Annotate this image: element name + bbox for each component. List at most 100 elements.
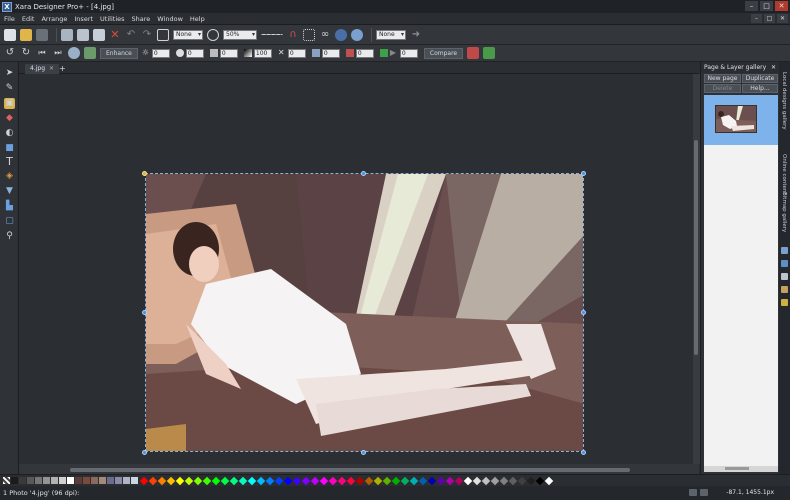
selection-handle-bottom-right[interactable] <box>581 450 586 455</box>
fill-select[interactable]: None <box>173 29 203 40</box>
color-swatch[interactable] <box>107 477 114 484</box>
enhance-button[interactable]: Enhance <box>100 47 138 59</box>
zoom-select[interactable]: 50% <box>223 29 257 40</box>
delete-icon[interactable]: ✕ <box>109 28 121 41</box>
document-tab[interactable]: 4.jpg ✕ <box>25 64 60 74</box>
color-swatch[interactable] <box>229 476 238 485</box>
clipart-icon[interactable] <box>781 299 788 306</box>
menu-share[interactable]: Share <box>132 15 151 23</box>
line-width-icon[interactable] <box>261 34 283 35</box>
render-status-icon[interactable] <box>700 489 708 496</box>
selected-photo[interactable] <box>145 173 584 452</box>
color-swatch[interactable] <box>355 476 364 485</box>
close-button[interactable]: ✕ <box>775 1 788 11</box>
previous-icon[interactable]: ⏮ <box>36 47 48 59</box>
color-swatch[interactable] <box>157 476 166 485</box>
saturation-input[interactable]: 100 <box>253 48 272 58</box>
menu-edit[interactable]: Edit <box>22 15 35 23</box>
color-swatch[interactable] <box>51 477 58 484</box>
color-swatch[interactable] <box>490 476 499 485</box>
color-swatch[interactable] <box>131 477 138 484</box>
color-swatch[interactable] <box>265 476 274 485</box>
page-list[interactable] <box>704 95 778 470</box>
color-swatch[interactable] <box>184 476 193 485</box>
color-swatch[interactable] <box>238 476 247 485</box>
color-swatch[interactable] <box>292 476 301 485</box>
color-swatch[interactable] <box>337 476 346 485</box>
fill-tool-icon[interactable]: ◈ <box>4 171 15 182</box>
grid-icon[interactable] <box>303 28 315 41</box>
color-swatch[interactable] <box>535 476 544 485</box>
gallery-close-icon[interactable]: ✕ <box>771 62 776 73</box>
color-swatch[interactable] <box>148 476 157 485</box>
vertical-scrollbar-thumb[interactable] <box>694 140 698 355</box>
photo-tool-icon[interactable]: ▣ <box>4 98 15 109</box>
color-swatch[interactable] <box>526 476 535 485</box>
menu-help[interactable]: Help <box>190 15 205 23</box>
color-swatch[interactable] <box>382 476 391 485</box>
maximize-button[interactable]: □ <box>760 1 773 11</box>
menu-utilities[interactable]: Utilities <box>100 15 124 23</box>
xara-app-icon[interactable]: X <box>2 1 12 12</box>
line-style-select[interactable]: None <box>376 29 406 40</box>
bitmap-gallery-tab[interactable]: Bitmap gallery <box>781 192 787 232</box>
duplicate-button[interactable]: Duplicate <box>742 74 778 83</box>
blur-input[interactable]: 0 <box>399 48 418 58</box>
publish-icon[interactable] <box>351 28 363 41</box>
color-swatch[interactable] <box>274 476 283 485</box>
transparency-tool-icon[interactable]: ▼ <box>4 186 15 197</box>
color-swatch[interactable] <box>346 476 355 485</box>
color-swatch[interactable] <box>391 476 400 485</box>
eraser-tool-icon[interactable]: ◆ <box>4 113 15 124</box>
color-swatch[interactable] <box>220 476 229 485</box>
online-content-tab[interactable]: Online content <box>781 154 787 195</box>
color-swatch[interactable] <box>364 476 373 485</box>
rotate-left-icon[interactable]: ↺ <box>4 47 16 59</box>
doc-close-button[interactable]: ✕ <box>777 14 788 23</box>
color-swatch[interactable] <box>27 477 34 484</box>
color-swatch[interactable] <box>436 476 445 485</box>
snap-status-icon[interactable] <box>689 489 697 496</box>
color-swatch[interactable] <box>463 476 472 485</box>
selector-tool-icon[interactable]: ➤ <box>4 68 15 79</box>
gallery-help-button[interactable]: Help... <box>742 84 778 93</box>
doc-restore-button[interactable]: □ <box>764 14 775 23</box>
selection-handle-left[interactable] <box>142 310 147 315</box>
color-swatch[interactable] <box>445 476 454 485</box>
color-swatch[interactable] <box>59 477 66 484</box>
copy-icon[interactable] <box>61 28 73 41</box>
open-folder-icon[interactable] <box>20 28 32 41</box>
sharpen-input[interactable]: 0 <box>219 48 238 58</box>
color-swatch[interactable] <box>400 476 409 485</box>
color-swatch[interactable] <box>283 476 292 485</box>
photo-tool-icon[interactable] <box>84 47 96 59</box>
color-swatch[interactable] <box>256 476 265 485</box>
doc-minimize-button[interactable]: – <box>751 14 762 23</box>
temperature-input[interactable]: 0 <box>287 48 306 58</box>
transform-icon[interactable] <box>157 28 169 41</box>
color-swatch[interactable] <box>115 477 122 484</box>
shadows-input[interactable]: 0 <box>321 48 340 58</box>
color-swatch[interactable] <box>481 476 490 485</box>
color-swatch[interactable] <box>499 476 508 485</box>
color-swatch[interactable] <box>517 476 526 485</box>
play-icon[interactable]: ▶ <box>390 49 398 57</box>
magnet-snap-icon[interactable]: ∩ <box>287 29 299 41</box>
color-swatch[interactable] <box>99 477 106 484</box>
color-swatch[interactable] <box>310 476 319 485</box>
gallery-scrollbar-thumb[interactable] <box>725 467 749 470</box>
color-swatch[interactable] <box>301 476 310 485</box>
layers-icon[interactable] <box>781 247 788 254</box>
contour-tool-icon[interactable]: ◐ <box>4 128 15 139</box>
color-swatch[interactable] <box>83 477 90 484</box>
color-swatch[interactable] <box>67 477 74 484</box>
color-swatch[interactable] <box>11 477 18 484</box>
export-icon[interactable] <box>483 47 496 59</box>
tab-close-icon[interactable]: ✕ <box>49 65 54 72</box>
selection-handle-bottom-left[interactable] <box>142 450 147 455</box>
color-swatch[interactable] <box>166 476 175 485</box>
text-tool-icon[interactable]: T <box>4 156 15 167</box>
color-swatch[interactable] <box>373 476 382 485</box>
magic-zoom-icon[interactable] <box>68 47 80 59</box>
rectangle-tool-icon[interactable]: ■ <box>4 143 15 154</box>
